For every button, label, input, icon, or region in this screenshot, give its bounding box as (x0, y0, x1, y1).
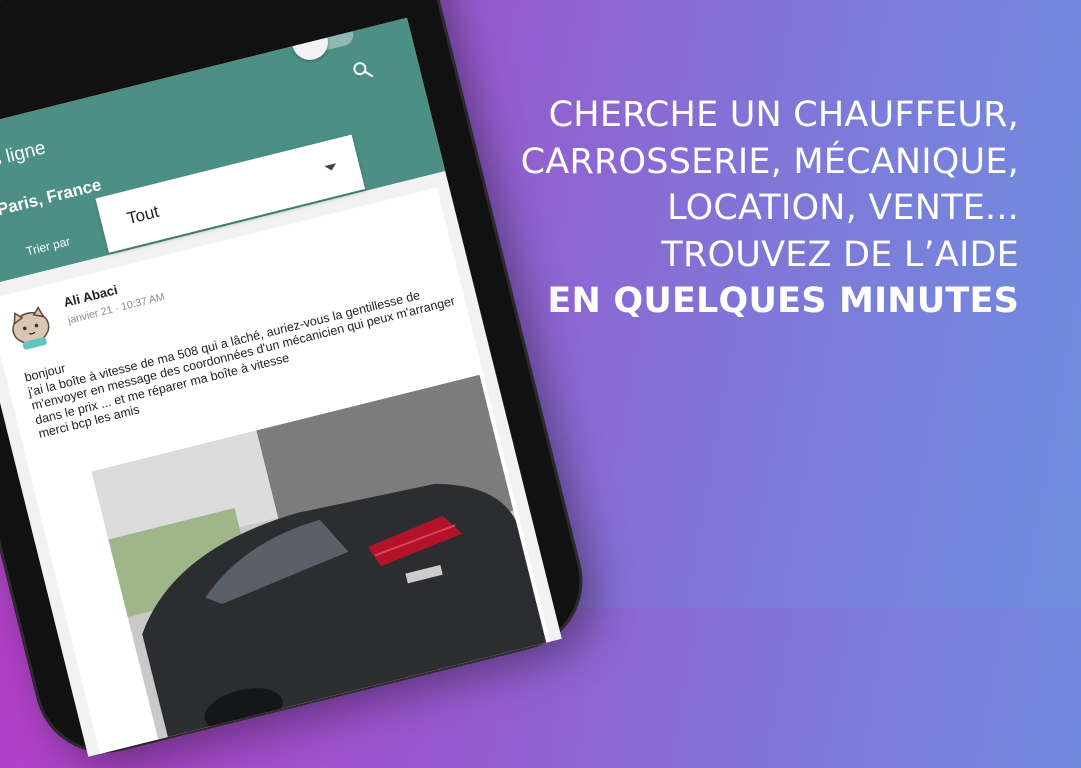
chevron-down-icon (324, 163, 338, 172)
connection-status: Hors ligne (0, 137, 48, 179)
sort-selected-value: Tout (125, 201, 161, 229)
online-toggle-knob[interactable] (288, 20, 332, 64)
promo-line: TROUVEZ DE L’AIDE (661, 234, 1019, 275)
post-card[interactable]: Ali Abaci janvier 21 · 10:37 AM bonjour … (0, 187, 551, 756)
post-photo[interactable] (91, 374, 548, 744)
avatar[interactable] (0, 294, 62, 357)
promo-highlight: EN QUELQUES MINUTES (547, 281, 1019, 321)
location-label[interactable]: Paris, France (0, 175, 103, 220)
promo-line: CARROSSERIE, MÉCANIQUE, (520, 141, 1019, 182)
promo-headline: CHERCHE UN CHAUFFEUR, CARROSSERIE, MÉCAN… (459, 92, 1019, 325)
search-icon[interactable] (350, 58, 374, 82)
sort-label: Trier par (24, 234, 72, 259)
promo-line: CHERCHE UN CHAUFFEUR, (548, 95, 1019, 135)
promo-line: LOCATION, VENTE... (667, 188, 1019, 228)
